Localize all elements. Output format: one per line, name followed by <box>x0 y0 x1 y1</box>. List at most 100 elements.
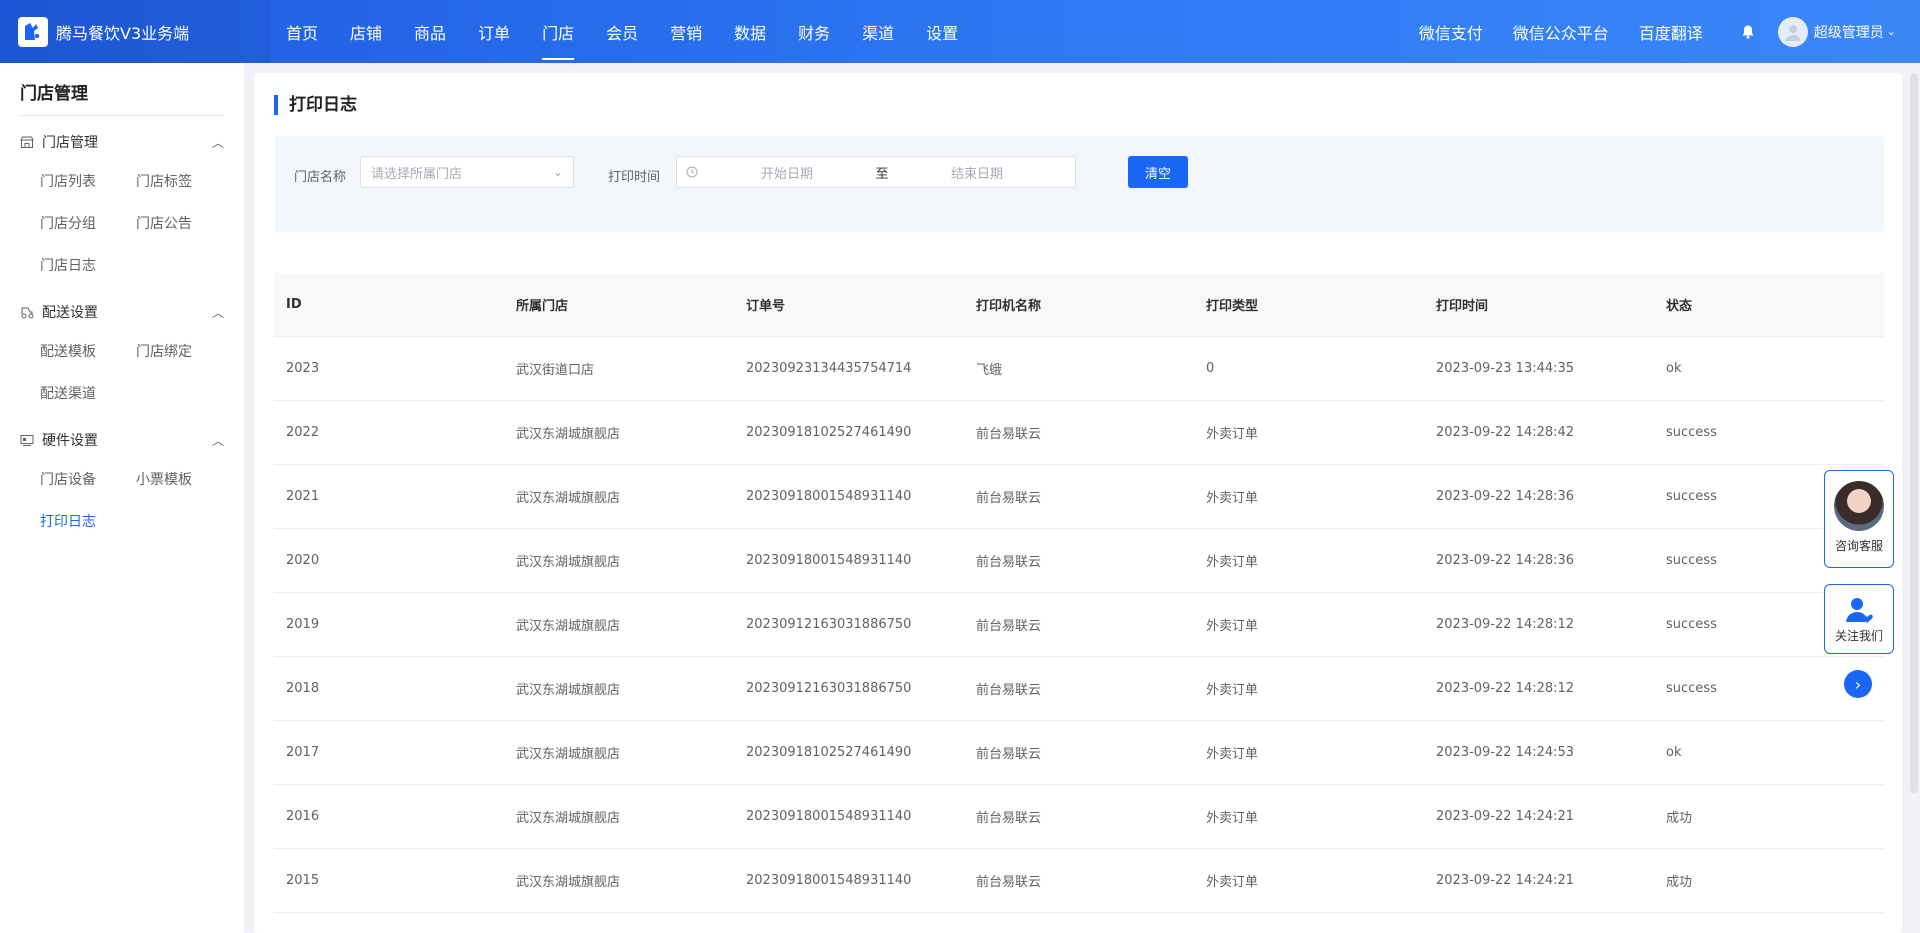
nav-item-2[interactable]: 商品 <box>398 0 462 63</box>
nav-item-4[interactable]: 门店 <box>526 0 590 63</box>
table-cell: 2023-09-22 14:24:21 <box>1436 809 1575 824</box>
table-row[interactable]: 2022 武汉东湖城旗舰店 20230918102527461490 前台易联云 外卖订… <box>274 401 1884 465</box>
column-header[interactable]: 状态 <box>1654 295 1884 314</box>
column-header[interactable]: 打印机名称 <box>964 295 1194 314</box>
consult-service-button[interactable]: 咨询客服 <box>1824 470 1894 568</box>
page-title: 打印日志 <box>274 95 357 115</box>
sidebar-item[interactable]: 配送模板 <box>40 330 136 372</box>
main-panel: 打印日志 门店名称 请选择所属门店 ⌄ 打印时间 开始日期 至 结束日期 清空 … <box>254 73 1902 933</box>
table-cell: success <box>1666 425 1717 440</box>
store-select-placeholder: 请选择所属门店 <box>371 166 463 182</box>
column-header[interactable]: ID <box>274 297 504 312</box>
column-header[interactable]: 订单号 <box>734 295 964 314</box>
table-cell: 前台易联云 <box>976 491 1042 506</box>
column-header[interactable]: 打印时间 <box>1424 295 1654 314</box>
nav-item-7[interactable]: 数据 <box>718 0 782 63</box>
table-cell: 武汉东湖城旗舰店 <box>516 619 621 634</box>
nav-item-6[interactable]: 营销 <box>654 0 718 63</box>
filter-bar: 门店名称 请选择所属门店 ⌄ 打印时间 开始日期 至 结束日期 清空 <box>274 136 1884 232</box>
sidebar-item[interactable]: 配送渠道 <box>40 372 136 414</box>
table-cell: 20230918001548931140 <box>746 873 912 888</box>
table-cell: 武汉东湖城旗舰店 <box>516 555 621 570</box>
store-icon <box>20 134 36 150</box>
nav-item-3[interactable]: 订单 <box>462 0 526 63</box>
sidebar-group-header[interactable]: 门店管理 ︿ <box>0 124 244 160</box>
brand-logo-icon <box>18 16 48 47</box>
table-cell: 武汉东湖城旗舰店 <box>516 875 621 890</box>
table-cell: 20230918001548931140 <box>746 489 912 504</box>
brand[interactable]: 腾马餐饮V3业务端 <box>0 0 270 63</box>
sidebar-item[interactable]: 门店标签 <box>136 160 232 202</box>
nav-item-0[interactable]: 首页 <box>270 0 334 63</box>
bell-icon[interactable] <box>1738 22 1758 42</box>
nav-item-9[interactable]: 渠道 <box>846 0 910 63</box>
table-cell: 前台易联云 <box>976 683 1042 698</box>
table-cell: 外卖订单 <box>1206 747 1259 762</box>
follow-label: 关注我们 <box>1834 629 1883 643</box>
table-row[interactable]: 2017 武汉东湖城旗舰店 20230918102527461490 前台易联云 外卖订… <box>274 721 1884 785</box>
table-cell: 20230918102527461490 <box>746 745 912 760</box>
table-cell: 2016 <box>286 809 320 824</box>
table-row[interactable]: 2023 武汉街道口店 20230923134435754714 飞蛾 0 2023-09… <box>274 337 1884 401</box>
table-row[interactable]: 2020 武汉东湖城旗舰店 20230918001548931140 前台易联云 外卖订… <box>274 529 1884 593</box>
table-row[interactable]: 2019 武汉东湖城旗舰店 20230912163031886750 前台易联云 外卖订… <box>274 593 1884 657</box>
table-cell: ok <box>1666 745 1682 760</box>
sidebar-item[interactable]: 小票模板 <box>136 458 232 500</box>
sidebar: 门店管理 门店管理 ︿ 门店列表 门店标签 门店分组 门店公告 门店日志 配送设置 ︿ 配送模板门… <box>0 63 244 933</box>
store-select[interactable]: 请选择所属门店 ⌄ <box>360 156 574 188</box>
column-header[interactable]: 所属门店 <box>504 295 734 314</box>
clear-button[interactable]: 清空 <box>1128 156 1188 188</box>
column-header[interactable]: 打印类型 <box>1194 295 1424 314</box>
sidebar-item[interactable]: 门店分组 <box>40 202 136 244</box>
sidebar-divider <box>20 115 224 116</box>
table-cell: 武汉东湖城旗舰店 <box>516 683 621 698</box>
user-menu[interactable]: 超级管理员 ⌄ <box>1777 16 1920 47</box>
table-cell: 20230912163031886750 <box>746 617 912 632</box>
top-navbar: 腾马餐饮V3业务端 首页 店铺 商品 订单 门店 会员 营销 数据 财务 渠道 设置 微信支付 微信公… <box>0 0 1920 63</box>
nav-right-link-2[interactable]: 百度翻译 <box>1624 20 1718 44</box>
table-cell: 外卖订单 <box>1206 555 1259 570</box>
sidebar-item[interactable]: 门店设备 <box>40 458 136 500</box>
user-heart-icon <box>1843 595 1875 625</box>
table-cell: 前台易联云 <box>976 619 1042 634</box>
table-cell: 2023 <box>286 361 320 376</box>
nav-item-1[interactable]: 店铺 <box>334 0 398 63</box>
sidebar-group: 硬件设置 ︿ 门店设备 小票模板 打印日志 <box>0 422 244 542</box>
chevron-right-icon[interactable]: › <box>1844 670 1872 698</box>
nav-item-8[interactable]: 财务 <box>782 0 846 63</box>
table-row[interactable]: 2016 武汉东湖城旗舰店 20230918001548931140 前台易联云 外卖订… <box>274 785 1884 849</box>
nav-item-10[interactable]: 设置 <box>910 0 974 63</box>
sidebar-item[interactable]: 门店绑定 <box>136 330 232 372</box>
end-date-input[interactable]: 结束日期 <box>897 163 1057 182</box>
table-cell: 2022 <box>286 425 320 440</box>
hardware-icon <box>20 432 36 448</box>
sidebar-group-header[interactable]: 配送设置 ︿ <box>0 294 244 330</box>
table-row[interactable]: 2018 武汉东湖城旗舰店 20230912163031886750 前台易联云 外卖订… <box>274 657 1884 721</box>
follow-us-button[interactable]: 关注我们 <box>1824 584 1894 654</box>
page-scrollbar[interactable] <box>1910 73 1918 793</box>
table-cell: 外卖订单 <box>1206 811 1259 826</box>
table-cell: 前台易联云 <box>976 875 1042 890</box>
table-cell: 前台易联云 <box>976 555 1042 570</box>
date-range-picker[interactable]: 开始日期 至 结束日期 <box>676 156 1076 188</box>
table-cell: 20230918001548931140 <box>746 809 912 824</box>
table-row[interactable]: 2015 武汉东湖城旗舰店 20230918001548931140 前台易联云 外卖订… <box>274 849 1884 913</box>
sidebar-item[interactable]: 门店公告 <box>136 202 232 244</box>
table-cell: 20230912163031886750 <box>746 681 912 696</box>
table-cell: 外卖订单 <box>1206 427 1259 442</box>
start-date-input[interactable]: 开始日期 <box>707 163 867 182</box>
table-cell: 2017 <box>286 745 320 760</box>
sidebar-item[interactable]: 门店列表 <box>40 160 136 202</box>
nav-right-link-1[interactable]: 微信公众平台 <box>1498 20 1624 44</box>
table-row[interactable]: 2021 武汉东湖城旗舰店 20230918001548931140 前台易联云 外卖订… <box>274 465 1884 529</box>
sidebar-item[interactable]: 打印日志 <box>40 500 136 542</box>
sidebar-group-header[interactable]: 硬件设置 ︿ <box>0 422 244 458</box>
chevron-up-icon: ︿ <box>211 433 224 448</box>
table-cell: ok <box>1666 361 1682 376</box>
service-agent-avatar <box>1834 481 1884 531</box>
nav-item-5[interactable]: 会员 <box>590 0 654 63</box>
sidebar-item[interactable]: 门店日志 <box>40 244 136 286</box>
chevron-down-icon: ⌄ <box>552 165 563 179</box>
nav-right-link-0[interactable]: 微信支付 <box>1404 20 1498 44</box>
brand-title: 腾马餐饮V3业务端 <box>56 23 190 43</box>
